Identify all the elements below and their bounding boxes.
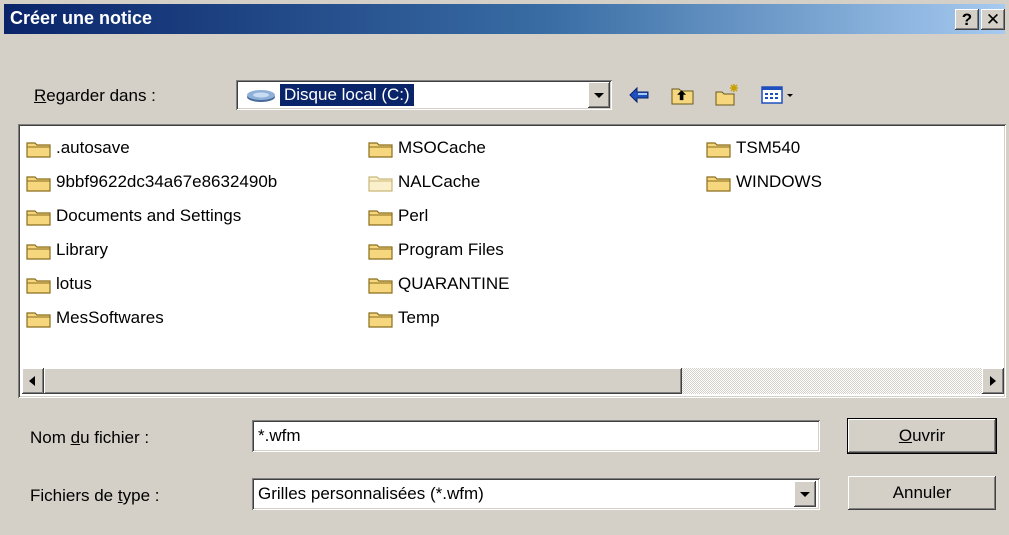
view-menu-icon	[761, 86, 793, 104]
up-folder-icon	[671, 88, 694, 105]
file-list[interactable]	[18, 124, 1006, 398]
folder-icon	[706, 139, 732, 166]
folder-icon	[26, 309, 52, 336]
back-button[interactable]	[626, 82, 652, 108]
folder-icon	[26, 207, 52, 234]
cancel-button[interactable]: Annuler	[848, 476, 996, 510]
chevron-down-icon	[800, 492, 810, 497]
folder-icon	[706, 173, 732, 200]
filetype-dropdown-button[interactable]	[794, 481, 816, 507]
close-icon: ✕	[985, 10, 1001, 29]
scroll-right-button[interactable]	[982, 368, 1004, 394]
folder-icon	[26, 173, 52, 200]
folder-name: MSOCache	[398, 138, 486, 157]
window-title: Créer une notice	[10, 8, 153, 28]
new-folder-button[interactable]	[714, 82, 740, 108]
filetype-label: Fichiers de type :	[30, 486, 160, 505]
folder-icon	[26, 275, 52, 302]
folder-name: WINDOWS	[736, 172, 822, 191]
filetype-value: Grilles personnalisées (*.wfm)	[258, 484, 484, 503]
lookin-value: Disque local (C:)	[279, 83, 415, 107]
hard-drive-icon	[246, 88, 276, 108]
horizontal-scrollbar[interactable]	[22, 368, 1004, 394]
new-folder-icon	[715, 84, 738, 106]
folder-name: TSM540	[736, 138, 801, 157]
folder-icon	[26, 139, 52, 166]
arrow-left-icon	[29, 376, 35, 386]
title-bar[interactable]: Créer une notice ? ✕	[4, 4, 1005, 34]
scrollbar-thumb[interactable]	[44, 368, 682, 394]
lookin-dropdown[interactable]: Disque local (C:)	[236, 80, 612, 110]
folder-name: lotus	[56, 274, 92, 293]
folder-name: Documents and Settings	[56, 206, 242, 225]
folder-name: QUARANTINE	[398, 274, 510, 293]
folder-name: MesSoftwares	[56, 308, 164, 327]
scroll-left-button[interactable]	[22, 368, 44, 394]
folder-name: Program Files	[398, 240, 504, 259]
folder-icon	[368, 309, 394, 336]
help-button[interactable]: ?	[955, 9, 979, 30]
filename-value: *.wfm	[258, 426, 301, 445]
folder-icon	[368, 173, 394, 200]
close-button[interactable]: ✕	[981, 9, 1005, 30]
folder-name: Library	[56, 240, 108, 259]
folder-name: .autosave	[56, 138, 130, 157]
open-button[interactable]: Ouvrir	[848, 419, 996, 453]
arrow-right-icon	[990, 376, 996, 386]
folder-icon	[26, 241, 52, 268]
up-folder-button[interactable]	[670, 82, 696, 108]
folder-name: 9bbf9622dc34a67e8632490b	[56, 172, 278, 191]
filetype-dropdown[interactable]: Grilles personnalisées (*.wfm)	[252, 478, 820, 510]
folder-icon	[368, 241, 394, 268]
folder-name: NALCache	[398, 172, 481, 191]
folder-icon	[368, 139, 394, 166]
lookin-label: Regarder dans :	[34, 86, 156, 105]
filename-label: Nom du fichier :	[30, 428, 150, 447]
folder-name: Perl	[398, 206, 429, 225]
folder-name: Temp	[398, 308, 440, 327]
chevron-down-icon	[594, 93, 604, 98]
help-icon: ?	[961, 10, 973, 29]
view-menu-button[interactable]	[760, 82, 800, 108]
folder-icon	[368, 207, 394, 234]
filename-input[interactable]: *.wfm	[252, 420, 820, 452]
file-dialog: Créer une notice ? ✕ Regarder dans : Dis…	[0, 0, 1009, 535]
folder-icon	[368, 275, 394, 302]
back-arrow-icon	[629, 86, 649, 104]
lookin-dropdown-button[interactable]	[588, 82, 610, 108]
